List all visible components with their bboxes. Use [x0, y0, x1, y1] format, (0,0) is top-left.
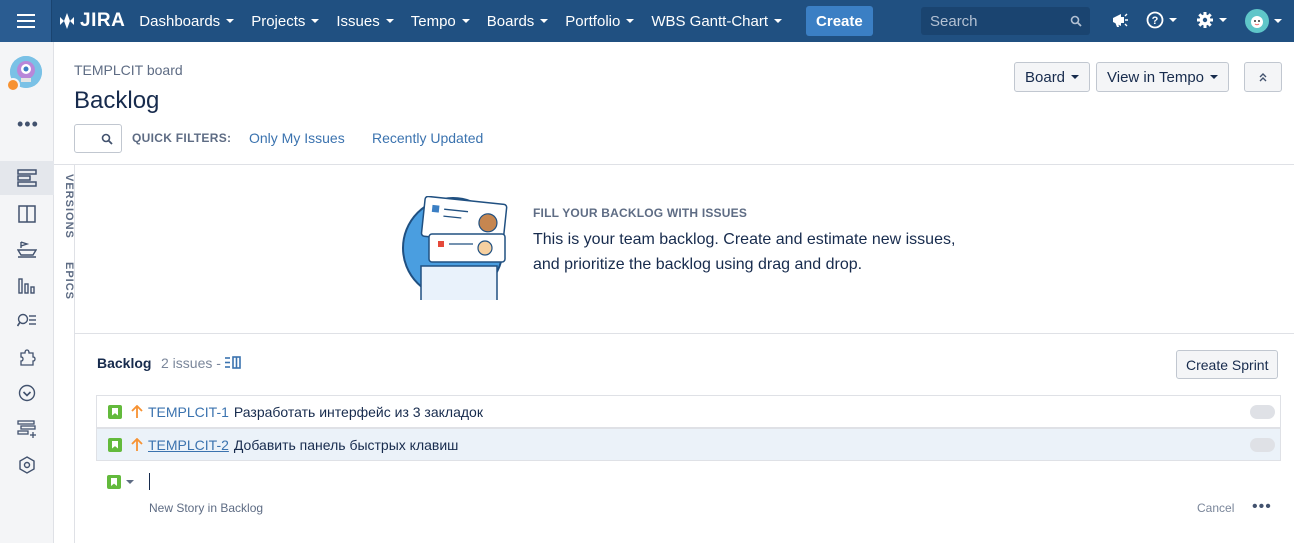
quick-filter-only-my-issues[interactable]: Only My Issues: [249, 130, 345, 146]
estimate-badge[interactable]: [1250, 438, 1275, 452]
project-badge-icon: [6, 78, 20, 92]
chevron-down-icon: [1169, 18, 1177, 22]
empty-backlog-illustration: [401, 195, 511, 305]
chevron-down-icon: [1219, 18, 1227, 22]
view-in-tempo-label: View in Tempo: [1107, 68, 1205, 86]
nav-projects[interactable]: Projects: [251, 12, 320, 30]
story-icon: [108, 404, 122, 419]
double-chevron-up-icon: [1259, 73, 1267, 82]
more-options-icon[interactable]: •••: [17, 114, 39, 135]
nav-label: Tempo: [410, 12, 456, 30]
versions-tab[interactable]: VERSIONS: [55, 174, 75, 239]
new-story-hint: New Story in Backlog: [149, 501, 264, 515]
search-placeholder: Search: [930, 12, 978, 30]
backlog-issue-count: 2 issues -: [161, 355, 221, 371]
help-icon[interactable]: ?: [1146, 11, 1177, 29]
chevron-down-icon: [1071, 75, 1080, 79]
releases-ship-icon[interactable]: [0, 232, 54, 266]
quick-filter-recently-updated[interactable]: Recently Updated: [372, 130, 483, 146]
nav-label: Boards: [486, 12, 535, 30]
epics-tab[interactable]: EPICS: [55, 262, 75, 300]
backlog-title: Backlog: [97, 355, 152, 371]
cancel-link[interactable]: Cancel: [1197, 501, 1234, 515]
chevron-down-icon: [774, 19, 783, 23]
story-icon: [107, 475, 121, 489]
gantt-chart-icon[interactable]: [0, 412, 54, 446]
breadcrumb[interactable]: TEMPLCIT board: [74, 62, 183, 78]
svg-text:?: ?: [1152, 15, 1159, 27]
nav-label: Portfolio: [565, 12, 621, 30]
board-button-label: Board: [1025, 68, 1066, 86]
create-button[interactable]: Create: [806, 6, 873, 36]
tempo-check-icon[interactable]: [0, 376, 54, 410]
view-in-tempo-button[interactable]: View in Tempo: [1096, 62, 1230, 92]
inline-create-input[interactable]: [149, 473, 150, 490]
issue-summary: Разработать интерфейс из 3 закладок: [233, 403, 483, 420]
nav-label: Issues: [336, 12, 380, 30]
reports-chart-icon[interactable]: [0, 268, 54, 302]
priority-arrow-up-icon: [131, 437, 143, 451]
app-switcher-menu-icon[interactable]: [0, 0, 52, 42]
issue-type-selector[interactable]: [107, 475, 134, 489]
nav-tempo[interactable]: Tempo: [411, 13, 470, 30]
search-icon: [1070, 15, 1082, 27]
quick-filters-label: QUICK FILTERS:: [132, 131, 232, 145]
jira-logo[interactable]: JIRA: [56, 10, 125, 32]
nav-boards[interactable]: Boards: [487, 13, 549, 30]
nav-label: Dashboards: [139, 12, 221, 30]
top-navigation-bar: JIRA Dashboards Projects Issues Tempo Bo…: [0, 0, 1294, 42]
components-puzzle-icon[interactable]: [0, 340, 54, 374]
issue-key-link[interactable]: TEMPLCIT-1: [148, 404, 229, 420]
issue-summary: Добавить панель быстрых клавиш: [233, 436, 459, 453]
issue-key-link[interactable]: TEMPLCIT-2: [148, 437, 229, 453]
search-icon: [101, 133, 113, 145]
chevron-down-icon: [126, 480, 134, 484]
create-sprint-button[interactable]: Create Sprint: [1176, 350, 1279, 379]
nav-label: Projects: [251, 12, 306, 30]
project-sidebar: •••: [0, 42, 54, 543]
nav-portfolio[interactable]: Portfolio: [565, 12, 635, 30]
board-search-input[interactable]: [74, 124, 122, 153]
backlog-nav-icon[interactable]: [0, 161, 54, 195]
chevron-down-icon: [461, 19, 470, 23]
empty-state-title: FILL YOUR BACKLOG WITH ISSUES: [533, 206, 748, 220]
search-input[interactable]: Search: [921, 7, 1090, 35]
story-icon: [108, 437, 122, 452]
user-avatar[interactable]: [1245, 9, 1282, 33]
nav-label: WBS Gantt-Chart: [651, 12, 769, 30]
chevron-down-icon: [1274, 19, 1282, 23]
issue-row[interactable]: TEMPLCIT-1 Разработать интерфейс из 3 за…: [96, 395, 1281, 428]
chevron-down-icon: [626, 19, 635, 23]
divider: [54, 164, 1294, 165]
empty-state-text: This is your team backlog. Create and es…: [533, 231, 956, 273]
chevron-down-icon: [226, 19, 235, 23]
divider: [75, 333, 1294, 334]
chevron-down-icon: [311, 19, 320, 23]
logo-text: JIRA: [80, 10, 126, 31]
nav-dashboards[interactable]: Dashboards: [139, 12, 235, 30]
more-actions-icon[interactable]: •••: [1252, 498, 1272, 516]
active-sprints-board-icon[interactable]: [0, 197, 54, 231]
view-in-issue-navigator-icon[interactable]: [225, 356, 241, 374]
chevron-down-icon: [540, 19, 549, 23]
avatar: [1245, 9, 1269, 33]
issue-row[interactable]: TEMPLCIT-2 Добавить панель быстрых клави…: [96, 428, 1281, 461]
chevron-down-icon: [1210, 75, 1219, 79]
collapse-header-button[interactable]: [1244, 62, 1282, 92]
settings-gear-icon[interactable]: [1196, 11, 1227, 29]
nav-issues[interactable]: Issues: [336, 12, 394, 30]
add-ons-hexagon-icon[interactable]: [0, 448, 54, 482]
priority-arrow-up-icon: [131, 404, 143, 418]
page-title: Backlog: [74, 87, 160, 114]
board-button[interactable]: Board: [1014, 62, 1091, 92]
chevron-down-icon: [385, 19, 394, 23]
estimate-badge[interactable]: [1250, 405, 1275, 419]
nav-wbs-gantt-chart[interactable]: WBS Gantt-Chart: [651, 12, 783, 30]
jira-logo-icon: [60, 13, 74, 29]
issues-search-icon[interactable]: [0, 304, 54, 338]
notifications-icon[interactable]: [1111, 11, 1129, 29]
page-header: TEMPLCIT board Backlog: [74, 62, 183, 115]
